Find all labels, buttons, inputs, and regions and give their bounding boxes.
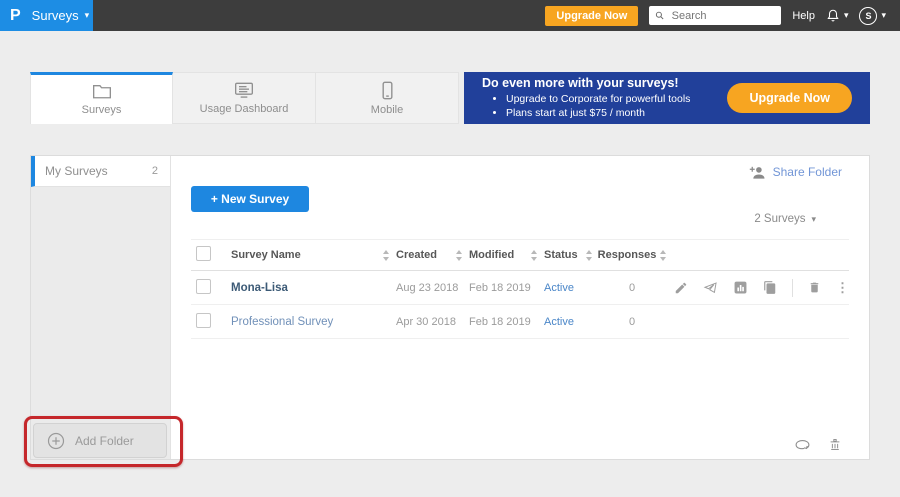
topbar: P Surveys ▾ Upgrade Now Help ▾ S ▾ bbox=[0, 0, 900, 31]
status-badge: Active bbox=[544, 282, 574, 294]
share-folder-label: Share Folder bbox=[773, 165, 842, 179]
select-all-checkbox[interactable] bbox=[196, 246, 211, 261]
status-badge: Active bbox=[544, 316, 574, 328]
chevron-down-icon: ▾ bbox=[85, 11, 90, 20]
promo-banner-text: Do even more with your surveys! Upgrade … bbox=[482, 76, 690, 120]
notifications-menu[interactable]: ▾ bbox=[826, 8, 849, 23]
survey-name-link[interactable]: Professional Survey bbox=[231, 316, 333, 328]
card-footer-icons bbox=[794, 437, 842, 452]
tab-usage-dashboard-label: Usage Dashboard bbox=[200, 103, 289, 115]
chevron-down-icon: ▾ bbox=[811, 215, 816, 224]
tab-usage-dashboard[interactable]: Usage Dashboard bbox=[173, 72, 316, 124]
add-folder-button[interactable]: Add Folder bbox=[33, 423, 167, 458]
search-input[interactable] bbox=[670, 9, 776, 23]
search-box[interactable] bbox=[649, 6, 781, 25]
table-row: Professional Survey Apr 30 2018 Feb 18 2… bbox=[191, 305, 849, 339]
tab-surveys-label: Surveys bbox=[82, 104, 122, 116]
row-checkbox[interactable] bbox=[196, 279, 211, 294]
chevron-down-icon: ▾ bbox=[881, 11, 886, 20]
plus-circle-icon bbox=[47, 432, 65, 450]
tab-mobile-label: Mobile bbox=[371, 104, 403, 116]
chevron-down-icon: ▾ bbox=[844, 11, 849, 20]
surveys-panel: My Surveys 2 Add Folder Share Folder + N… bbox=[30, 155, 870, 460]
surveys-content: Share Folder + New Survey 2 Surveys ▾ Su… bbox=[171, 156, 869, 459]
survey-name-link[interactable]: Mona-Lisa bbox=[231, 282, 288, 294]
send-plane-icon[interactable] bbox=[703, 281, 718, 295]
mobile-icon bbox=[381, 81, 394, 100]
avatar: S bbox=[859, 7, 877, 25]
promo-banner: Do even more with your surveys! Upgrade … bbox=[464, 72, 870, 124]
folder-count-badge: 2 bbox=[152, 165, 158, 177]
share-folder-link[interactable]: Share Folder bbox=[749, 165, 842, 179]
sort-icon[interactable] bbox=[531, 250, 538, 261]
survey-count-dropdown[interactable]: 2 Surveys ▾ bbox=[754, 213, 816, 225]
created-date: Apr 30 2018 bbox=[396, 316, 456, 328]
delete-trash-icon[interactable] bbox=[808, 280, 821, 295]
topbar-right: Upgrade Now Help ▾ S ▾ bbox=[545, 0, 900, 31]
responses-count: 0 bbox=[629, 282, 635, 294]
column-header-status[interactable]: Status bbox=[544, 249, 578, 261]
help-link[interactable]: Help bbox=[792, 10, 815, 22]
bell-icon bbox=[826, 8, 840, 23]
surveys-table: Survey Name Created Modified Status Resp… bbox=[191, 239, 849, 339]
column-header-responses[interactable]: Responses bbox=[598, 249, 657, 261]
banner-upgrade-button[interactable]: Upgrade Now bbox=[727, 83, 852, 113]
promo-bullet: Upgrade to Corporate for powerful tools bbox=[506, 92, 690, 106]
column-header-created[interactable]: Created bbox=[396, 249, 437, 261]
new-survey-button[interactable]: + New Survey bbox=[191, 186, 309, 212]
row-checkbox[interactable] bbox=[196, 313, 211, 328]
tab-surveys[interactable]: Surveys bbox=[30, 72, 173, 124]
column-header-modified[interactable]: Modified bbox=[469, 249, 514, 261]
row-actions: ⋮ bbox=[665, 279, 849, 297]
product-menu-label: Surveys bbox=[32, 8, 79, 23]
modified-date: Feb 18 2019 bbox=[469, 316, 531, 328]
table-row: Mona-Lisa Aug 23 2018 Feb 18 2019 Active… bbox=[191, 271, 849, 305]
sort-icon[interactable] bbox=[586, 250, 593, 261]
add-folder-label: Add Folder bbox=[75, 434, 134, 448]
restore-loop-icon[interactable] bbox=[794, 438, 811, 451]
sort-icon[interactable] bbox=[383, 250, 390, 261]
promo-banner-title: Do even more with your surveys! bbox=[482, 76, 690, 90]
folder-name: My Surveys bbox=[45, 164, 108, 178]
surveys-page: P Surveys ▾ Upgrade Now Help ▾ S ▾ Surve bbox=[0, 0, 900, 497]
dashboard-icon bbox=[234, 81, 254, 99]
report-chart-icon[interactable] bbox=[733, 280, 748, 295]
more-options-kebab-icon[interactable]: ⋮ bbox=[836, 281, 849, 294]
created-date: Aug 23 2018 bbox=[396, 282, 458, 294]
promo-banner-bullets: Upgrade to Corporate for powerful tools … bbox=[482, 92, 690, 120]
duplicate-copy-icon[interactable] bbox=[763, 280, 777, 295]
survey-count-label: 2 Surveys bbox=[754, 213, 805, 225]
upgrade-now-button[interactable]: Upgrade Now bbox=[545, 6, 638, 26]
tab-mobile[interactable]: Mobile bbox=[316, 72, 459, 124]
modified-date: Feb 18 2019 bbox=[469, 282, 531, 294]
folder-icon bbox=[92, 83, 112, 100]
account-menu[interactable]: S ▾ bbox=[859, 7, 886, 25]
actions-divider bbox=[792, 279, 793, 297]
sort-icon[interactable] bbox=[456, 250, 463, 261]
promo-bullet: Plans start at just $75 / month bbox=[506, 106, 690, 120]
table-header-row: Survey Name Created Modified Status Resp… bbox=[191, 239, 849, 271]
tabs-row: Surveys Usage Dashboard Mobile Do even m… bbox=[30, 72, 870, 124]
folders-sidebar: My Surveys 2 bbox=[31, 156, 171, 459]
share-person-icon bbox=[749, 165, 766, 179]
folder-item-my-surveys[interactable]: My Surveys 2 bbox=[31, 156, 170, 187]
search-icon bbox=[655, 10, 664, 21]
product-menu[interactable]: P Surveys ▾ bbox=[0, 0, 93, 31]
proprofs-logo-icon: P bbox=[10, 7, 21, 25]
trash-bin-icon[interactable] bbox=[828, 437, 842, 452]
responses-count: 0 bbox=[629, 316, 635, 328]
edit-pencil-icon[interactable] bbox=[674, 281, 688, 295]
column-header-survey-name[interactable]: Survey Name bbox=[231, 249, 301, 261]
